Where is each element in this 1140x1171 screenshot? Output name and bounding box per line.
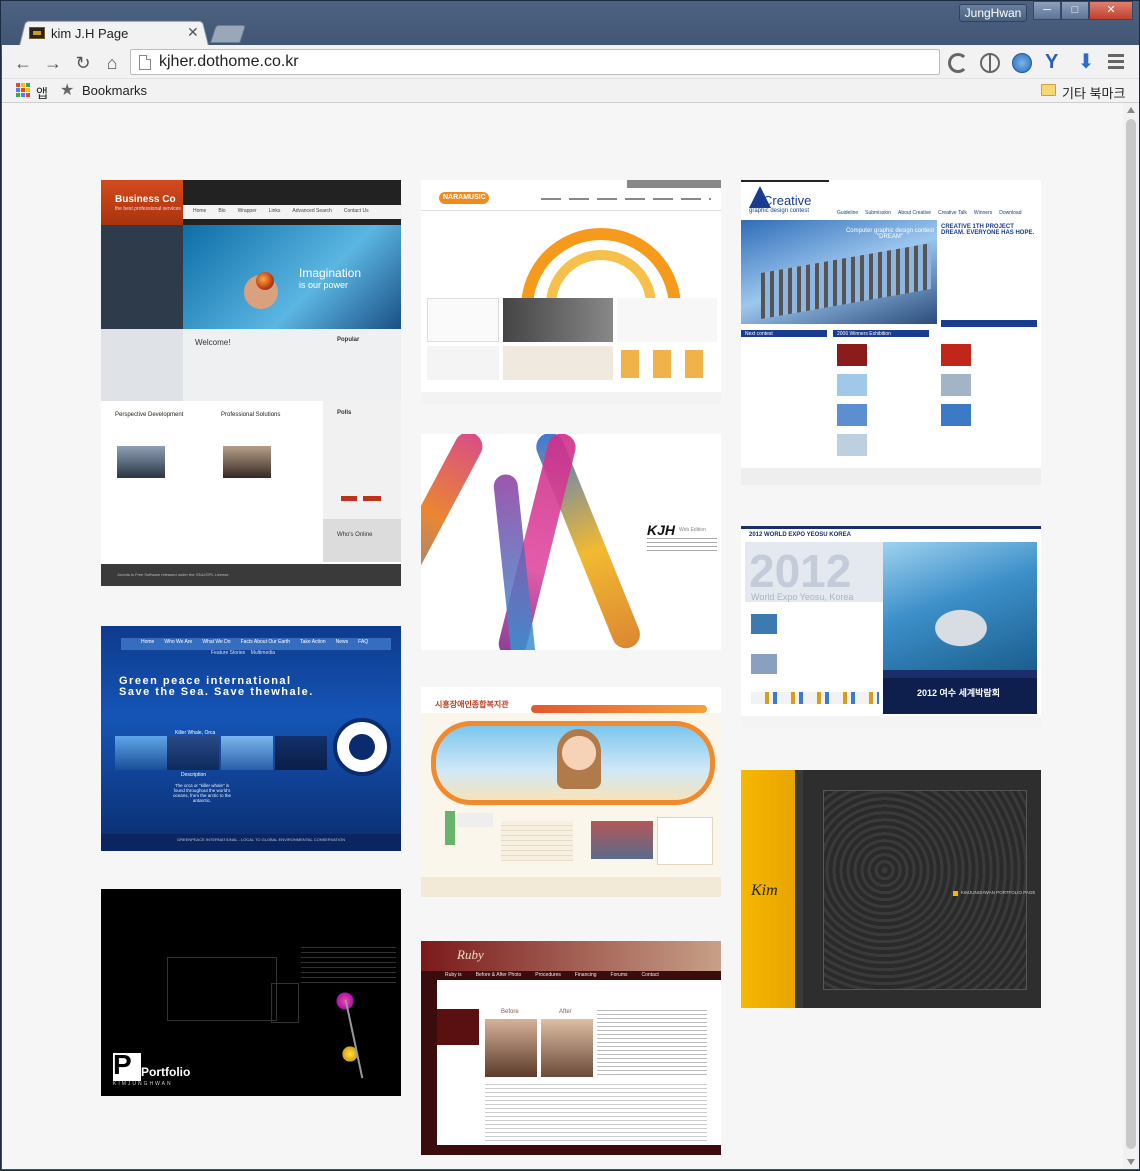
ruby-before: Before <box>501 1009 519 1015</box>
bookmarks-label[interactable]: Bookmarks <box>82 83 147 98</box>
business-hero-sub: is our power <box>299 280 349 290</box>
shield-extension-icon[interactable]: Y <box>1045 52 1063 72</box>
refresh-extension-icon[interactable] <box>948 53 968 73</box>
apps-label[interactable]: 앱 <box>36 83 48 102</box>
folder-icon <box>1041 84 1056 96</box>
kjh-sub: Web Edition <box>679 527 706 533</box>
maximize-button[interactable]: □ <box>1061 1 1089 20</box>
new-tab-button[interactable] <box>210 25 246 43</box>
greenpeace-desc-title: Description <box>181 772 207 778</box>
expo-banner: 2012 여수 세계박람회 <box>917 688 1000 698</box>
creative-hero: Computer graphic design contest "DREAM" <box>845 228 935 240</box>
bookmarks-bar: 앱 ★ Bookmarks 기타 북마크 <box>2 79 1139 103</box>
expo-big: 2012 <box>749 545 852 597</box>
tab-strip: kim J.H Page ✕ JungHwan ─ □ ✕ <box>1 1 1140 46</box>
page-icon <box>139 54 151 70</box>
tab-close-icon[interactable]: ✕ <box>187 24 199 41</box>
business-polls: Polls <box>337 410 352 416</box>
close-window-button[interactable]: ✕ <box>1089 1 1133 20</box>
yellow-caption: KIMJUNGHWAN PORTFOLIO PAGE <box>961 890 1036 895</box>
creative-headline: CREATIVE 1TH PROJECT DREAM. EVERYONE HAS… <box>941 224 1035 236</box>
star-icon: ★ <box>60 82 75 99</box>
business-footer: Joomla is Free Software released under t… <box>117 572 230 577</box>
scroll-down-icon[interactable] <box>1127 1159 1135 1165</box>
apps-grid-icon[interactable] <box>16 83 30 97</box>
welfare-title: 시흥장애인종합복지관 <box>435 700 509 709</box>
window-controls: ─ □ ✕ <box>1033 1 1133 20</box>
greenpeace-footer: GREENPEACE INTERNATIONAL - LOCAL TO GLOB… <box>177 837 346 842</box>
scroll-up-icon[interactable] <box>1127 107 1135 113</box>
portfolio-title: Portfolio <box>141 1065 191 1079</box>
business-nav: Home Blo Wrapper Links Advanced Search Contac… <box>193 208 369 214</box>
business-logo: Business Co <box>115 194 176 205</box>
greenpeace-subnav: Feature Stories Multimedia <box>211 650 275 656</box>
creative-exhibit: 2006 Winners Exhibition <box>837 331 891 337</box>
expo-title: 2012 WORLD EXPO YEOSU KOREA <box>749 532 851 538</box>
tab-title: kim J.H Page <box>51 25 129 41</box>
business-welcome: Welcome! <box>195 338 231 347</box>
business-tagline: the best professional services <box>115 206 181 212</box>
other-bookmarks-label[interactable]: 기타 북마크 <box>1062 83 1125 102</box>
creative-nav: Guideline Submission About Creative Creativ… <box>837 210 1022 216</box>
business-col2: Professional Solutions <box>221 412 281 418</box>
page-viewport: Business Co the best professional servic… <box>2 103 1139 1169</box>
portfolio-sub: KIMJUNGHWAN <box>113 1081 173 1087</box>
yellow-sign: Kim <box>751 882 778 899</box>
thumbnail-creative[interactable]: Creative graphic design contest Guidelin… <box>741 180 1041 485</box>
thumbnail-welfare-center[interactable]: 시흥장애인종합복지관 <box>421 687 721 897</box>
back-button[interactable]: ← <box>12 52 34 74</box>
thumbnail-yellow-portfolio[interactable]: Kim KIMJUNGHWAN PORTFOLIO PAGE <box>741 770 1041 1008</box>
greenpeace-nav: Home Who We Are What We Do Facts About Our … <box>141 639 369 645</box>
thumbnail-business-co[interactable]: Business Co the best professional servic… <box>101 180 401 586</box>
download-arrow-icon[interactable]: ⬇ <box>1076 52 1096 73</box>
scroll-thumb[interactable] <box>1126 119 1136 1149</box>
expo-sub: World Expo Yeosu, Korea <box>751 592 854 602</box>
greenpeace-headline2: Save the Sea. Save thewhale. <box>119 686 314 698</box>
url-text[interactable]: kjher.dothome.co.kr <box>159 53 299 71</box>
ruby-after: After <box>559 1009 572 1015</box>
home-button[interactable]: ⌂ <box>101 52 123 74</box>
browser-window: kim J.H Page ✕ JungHwan ─ □ ✕ ← → ↻ ⌂ kj… <box>0 0 1140 1171</box>
creative-next: Next contest <box>745 331 773 337</box>
reload-button[interactable]: ↻ <box>72 52 94 74</box>
business-hero-title: Imagination <box>299 266 362 280</box>
download-manager-extension-icon[interactable] <box>1012 53 1032 73</box>
address-bar[interactable]: kjher.dothome.co.kr <box>130 49 940 75</box>
thumbnail-naramusic[interactable]: NARAMUSIC <box>421 180 721 404</box>
creative-sub: graphic design contest <box>749 208 810 214</box>
creative-logo: Creative <box>763 193 812 208</box>
forward-button[interactable]: → <box>42 52 64 74</box>
business-col1: Perspective Development <box>115 412 184 418</box>
minimize-button[interactable]: ─ <box>1033 1 1061 20</box>
thumbnail-greenpeace[interactable]: Home Who We Are What We Do Facts About Our … <box>101 626 401 851</box>
greenpeace-desc: The orca or "killer whale" is found thro… <box>172 783 232 803</box>
globe-extension-icon[interactable] <box>980 53 1000 73</box>
thumbnail-ruby[interactable]: Ruby Ruby is Before & After Photo Procedur… <box>421 941 721 1155</box>
ruby-nav: Ruby is Before & After Photo Procedures Fin… <box>445 972 659 978</box>
thumbnail-portfolio-dark[interactable]: P Portfolio KIMJUNGHWAN <box>101 889 401 1096</box>
ruby-logo: Ruby <box>457 947 484 962</box>
kjh-title: KJH <box>647 522 676 538</box>
business-popular: Popular <box>337 337 360 343</box>
greenpeace-caption: Killer Whale, Orca <box>175 730 216 736</box>
browser-toolbar: ← → ↻ ⌂ kjher.dothome.co.kr Y ⬇ <box>2 45 1139 79</box>
thumbnail-kjh-web-edition[interactable]: KJH Web Edition <box>421 434 721 650</box>
profile-button[interactable]: JungHwan <box>959 4 1027 22</box>
browser-menu-icon[interactable] <box>1108 54 1124 70</box>
business-online: Who's Online <box>337 532 373 538</box>
naramusic-logo: NARAMUSIC <box>443 194 486 201</box>
site-favicon-icon <box>29 27 45 39</box>
vertical-scrollbar[interactable] <box>1123 103 1139 1169</box>
thumbnail-expo-2012[interactable]: 2012 WORLD EXPO YEOSU KOREA 2012 World E… <box>741 526 1041 728</box>
tab-content[interactable]: kim J.H Page <box>29 23 128 43</box>
